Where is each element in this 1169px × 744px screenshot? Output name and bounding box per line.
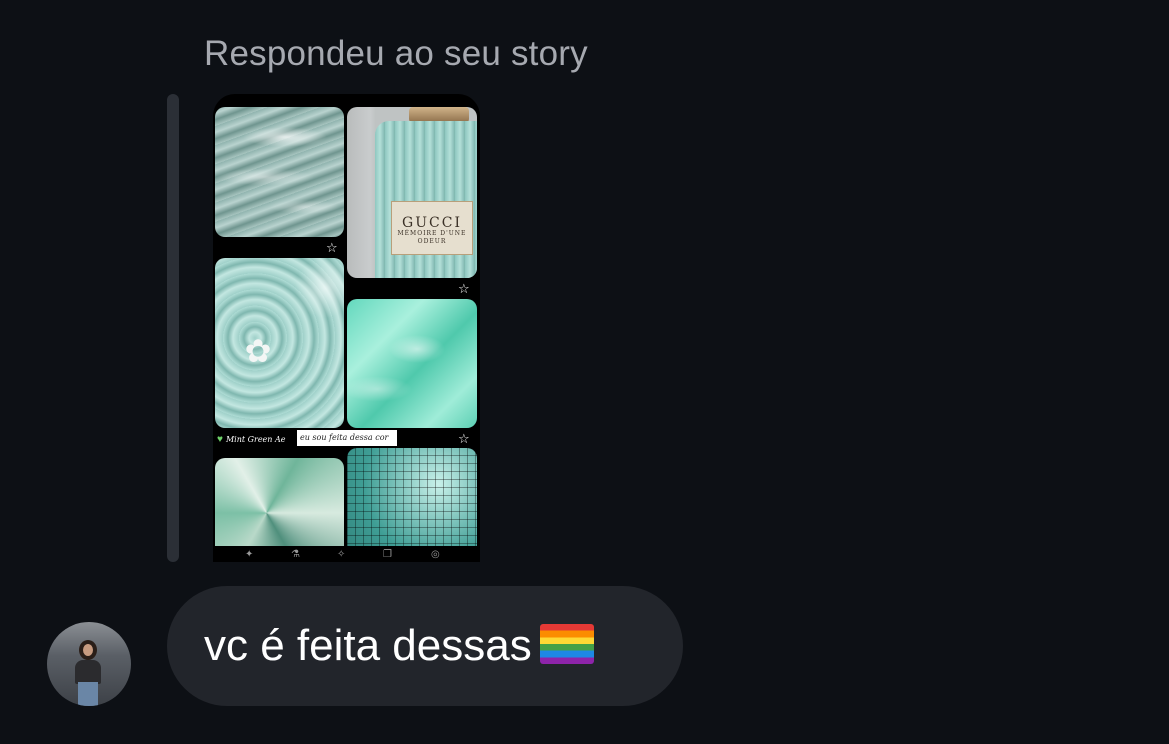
rainbow-flag-icon <box>539 624 594 665</box>
story-caption-overlay: eu sou feita dessa cor <box>297 430 397 446</box>
story-preview[interactable]: GUCCI MÉMOIRE D'UNE ODEUR ☆ ☆ ✿ ♥ Mint G… <box>213 94 480 562</box>
message-text: vc é feita dessas <box>204 621 532 670</box>
message-text-row: vc é feita dessas <box>204 622 594 670</box>
magic-icon[interactable]: ✧ <box>337 549 345 560</box>
info-icon[interactable]: ◎ <box>431 549 440 560</box>
flask-icon[interactable]: ⚗ <box>291 549 300 560</box>
story-caption: ♥ Mint Green Ae <box>217 432 286 446</box>
story-image-waves <box>215 107 344 237</box>
story-image-perfume: GUCCI MÉMOIRE D'UNE ODEUR <box>347 107 477 278</box>
avatar-face <box>83 644 93 656</box>
perfume-label: GUCCI MÉMOIRE D'UNE ODEUR <box>391 201 473 255</box>
story-image-mosaic <box>347 448 477 562</box>
avatar-body <box>75 660 101 684</box>
heart-icon: ♥ <box>217 433 223 445</box>
star-icon[interactable]: ☆ <box>458 432 470 445</box>
story-image-water: ✿ <box>215 258 344 428</box>
story-image-satin <box>347 299 477 428</box>
perfume-subtitle: MÉMOIRE D'UNE ODEUR <box>397 230 467 245</box>
story-caption-title: Mint Green Ae <box>225 434 286 444</box>
star-icon[interactable]: ☆ <box>458 282 470 295</box>
story-reply-label: Respondeu ao seu story <box>204 34 588 73</box>
chat-screen: Respondeu ao seu story GUCCI MÉMOIRE D'U… <box>0 0 1169 744</box>
reply-quote-bar <box>167 94 179 562</box>
message-bubble[interactable]: vc é feita dessas <box>167 586 683 706</box>
avatar[interactable] <box>47 622 131 706</box>
sparkle-icon[interactable]: ✦ <box>245 549 253 560</box>
star-icon[interactable]: ☆ <box>326 241 338 254</box>
story-toolbar: ✦ ⚗ ✧ ❐ ◎ <box>213 546 480 562</box>
flower-icon: ✿ <box>244 333 272 369</box>
avatar-legs <box>78 682 98 706</box>
copy-icon[interactable]: ❐ <box>383 549 392 560</box>
perfume-brand: GUCCI <box>402 215 462 231</box>
